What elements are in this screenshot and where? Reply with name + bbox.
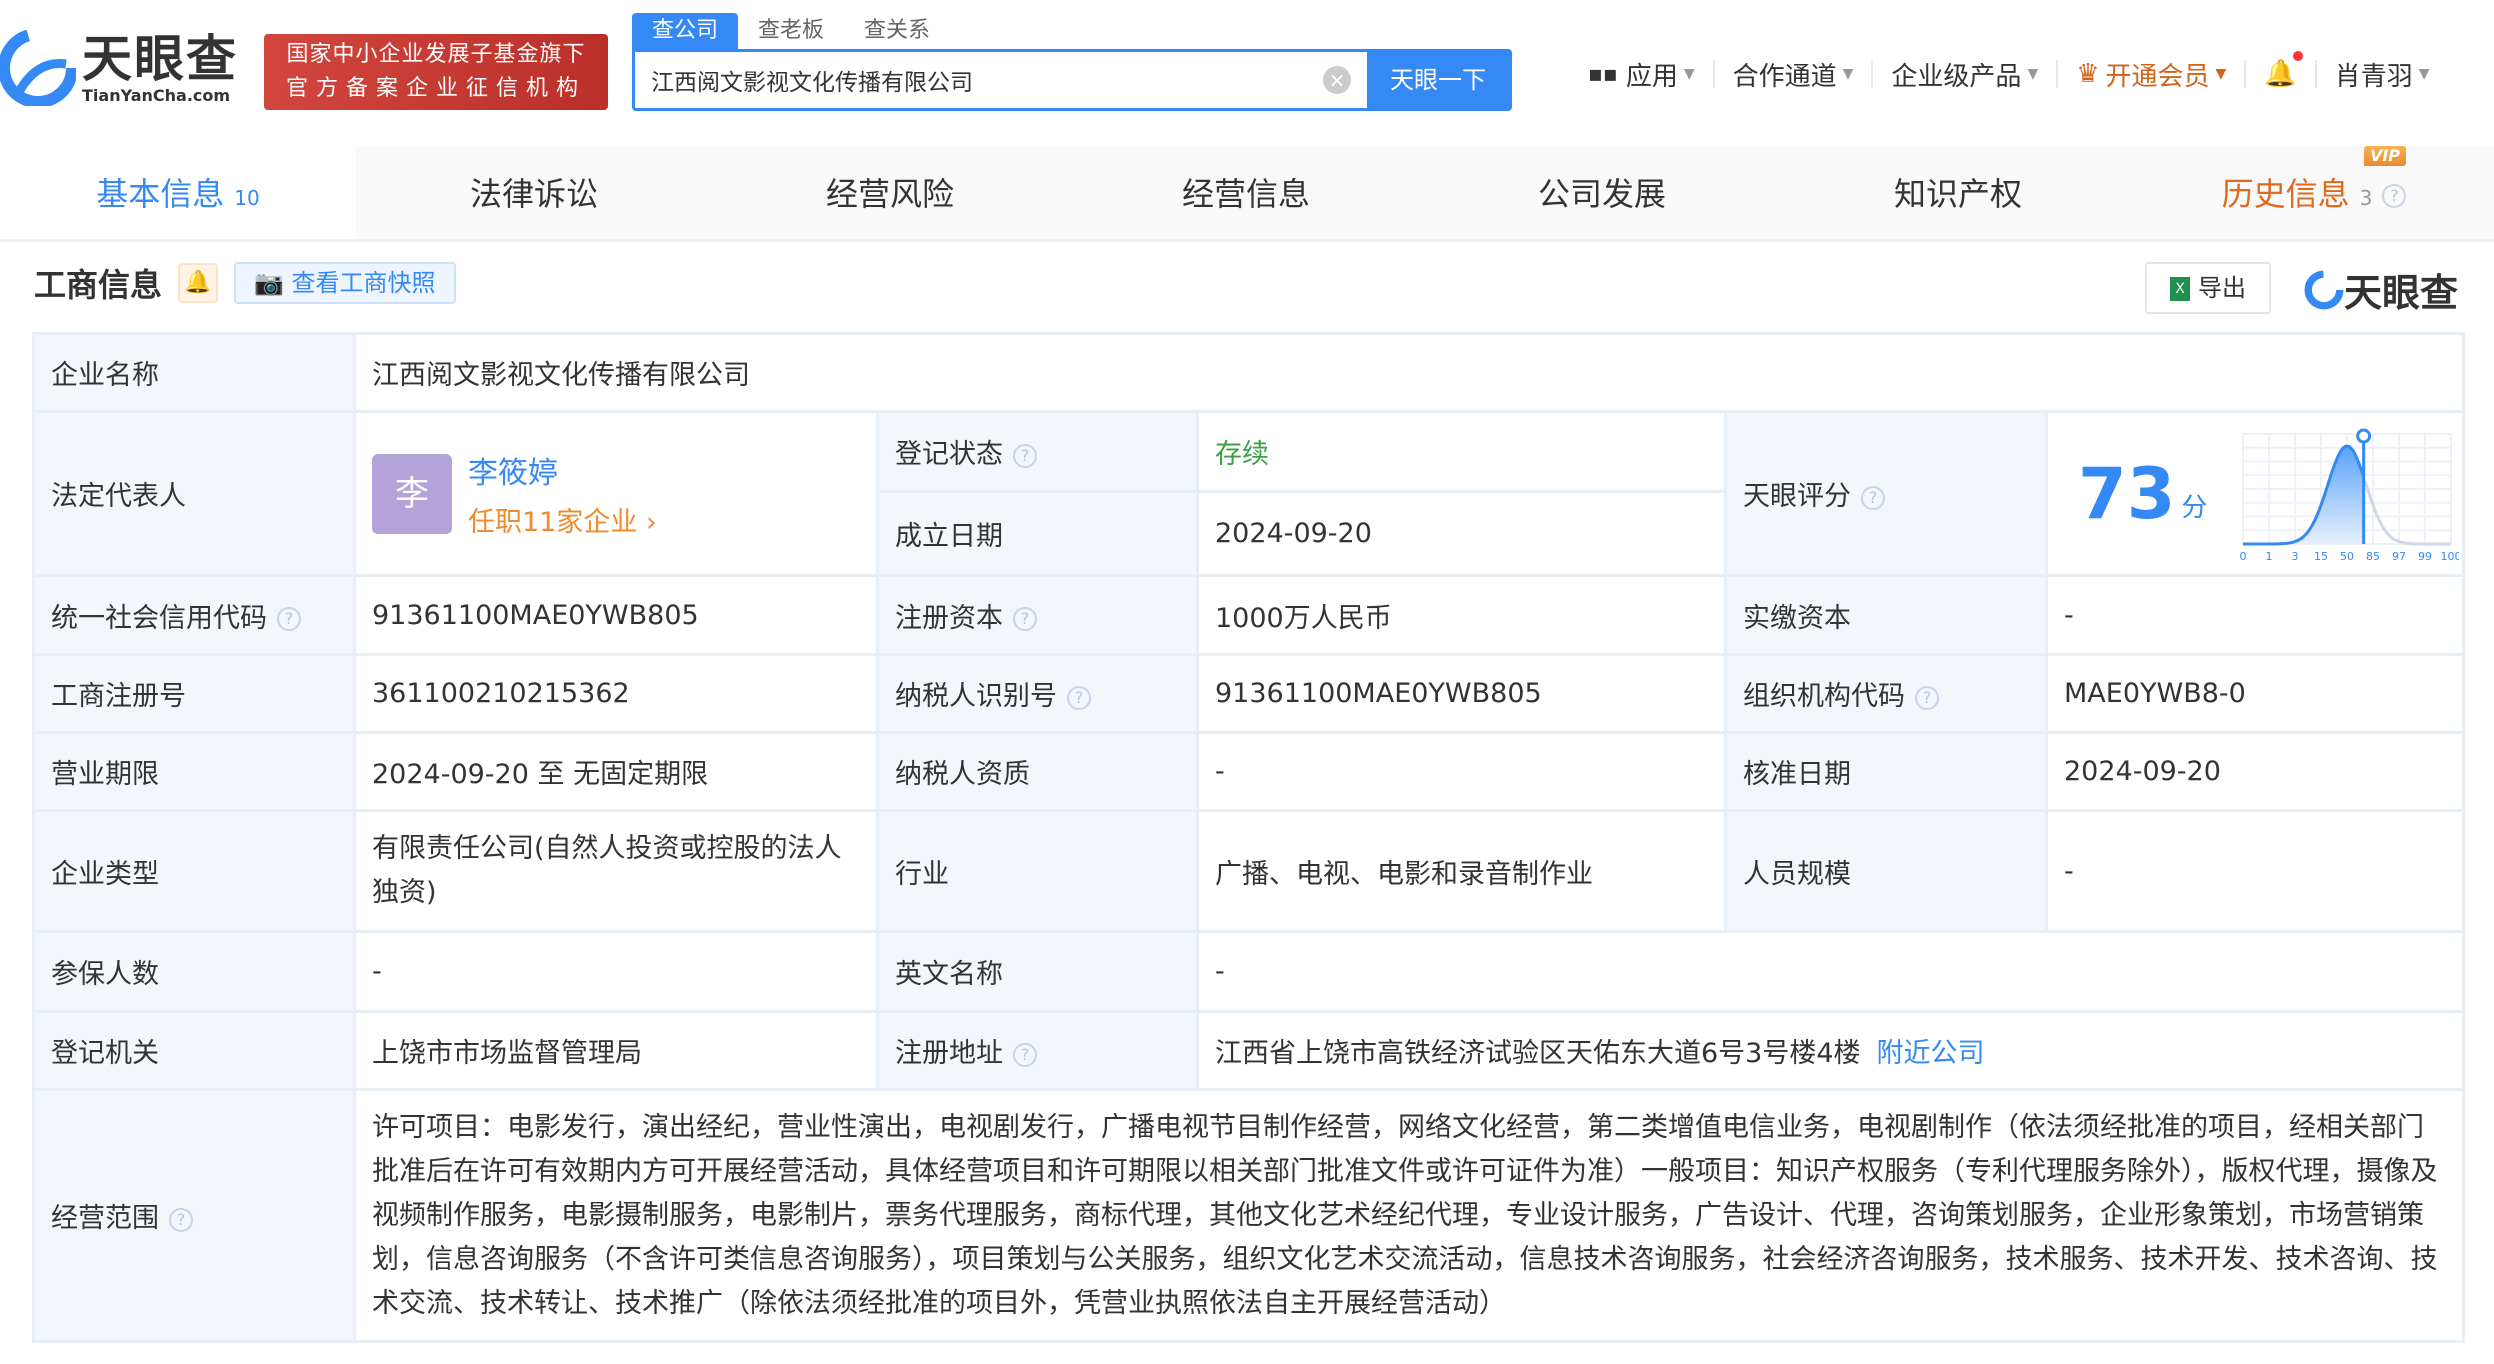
score-cell[interactable]: 73 分 0 1 3 15 50 85 97 99 100 <box>2044 410 2466 577</box>
user-menu[interactable]: 肖青羽 ▼ <box>2317 60 2448 92</box>
table-row: 参保人数 - 英文名称 - <box>32 930 2466 1013</box>
table-row: 企业类型 有限责任公司(自然人投资或控股的法人独资) 行业 广播、电视、电影和录音制作… <box>32 809 2466 933</box>
tab-operation[interactable]: 经营信息 <box>1068 146 1424 239</box>
nearby-companies-link[interactable]: 附近公司 <box>1877 1038 1985 1069</box>
x-tick-label: 1 <box>2266 550 2273 562</box>
x-tick-label: 0 <box>2240 550 2247 562</box>
x-tick-label: 3 <box>2292 550 2299 562</box>
tianyancha-logo-icon <box>2304 270 2344 309</box>
x-tick-label: 50 <box>2340 550 2354 562</box>
top-nav: ▪▪ 应用 ▼ 合作通道 ▼ 企业级产品 ▼ ♛ 开通会员 ▼ 🔔 肖青羽 ▼ <box>1570 51 2448 92</box>
search-type-tabs: 查公司 查老板 查关系 <box>632 13 950 49</box>
table-row: 企业名称 江西阅文影视文化传播有限公司 <box>32 332 2466 413</box>
table-row: 法定代表人 李李筱婷 任职11家企业 › 登记状态? 存续 天眼评分? 73 分 0… <box>32 410 2466 577</box>
x-tick-label: 85 <box>2366 550 2380 562</box>
table-row: 工商注册号 361100210215362 纳税人识别号? 91361100MAE0Y… <box>32 653 2466 734</box>
table-row: 登记机关 上饶市市场监督管理局 注册地址? 江西省上饶市高铁经济试验区天佑东大道6号3… <box>32 1010 2466 1091</box>
help-icon[interactable]: ? <box>169 1207 193 1232</box>
help-icon[interactable]: ? <box>1915 685 1939 710</box>
logo-domain: TianYanCha.com <box>82 85 231 105</box>
nav-apps[interactable]: ▪▪ 应用 ▼ <box>1570 60 1715 92</box>
vip-badge: VIP <box>2363 146 2406 166</box>
bell-icon: 🔔 <box>2264 51 2303 89</box>
business-info-table: 企业名称 江西阅文影视文化传播有限公司 法定代表人 李李筱婷 任职11家企业 › 登… <box>32 332 2466 1343</box>
x-tick-label: 15 <box>2314 550 2328 562</box>
export-button[interactable]: X 导出 <box>2145 262 2271 314</box>
legal-rep-link[interactable]: 李筱婷 <box>468 448 657 492</box>
caret-down-icon: ▼ <box>2215 66 2227 82</box>
help-icon[interactable]: ? <box>1861 485 1885 510</box>
score-distribution-chart: 0 1 3 15 50 85 97 99 100 <box>2240 428 2460 562</box>
watermark-logo: 天眼查 <box>2304 262 2458 317</box>
score-value: 73 <box>2078 452 2176 535</box>
nav-enterprise[interactable]: 企业级产品 ▼ <box>1873 60 2059 92</box>
table-row: 营业期限 2024-09-20 至 无固定期限 纳税人资质 - 核准日期 2024-09-… <box>32 731 2466 812</box>
search-tab-boss[interactable]: 查老板 <box>738 13 844 49</box>
avatar: 李 <box>372 453 452 534</box>
tab-history[interactable]: VIP 历史信息 3? <box>2136 146 2492 239</box>
clear-icon[interactable]: × <box>1323 66 1351 94</box>
apps-grid-icon: ▪▪ <box>1588 61 1618 87</box>
logo-text: 天眼查 <box>82 29 238 88</box>
caret-down-icon: ▼ <box>2418 66 2430 82</box>
x-tick-label: 100 <box>2441 550 2460 562</box>
tab-basic-info[interactable]: 基本信息 10 <box>0 146 356 239</box>
tab-ip[interactable]: 知识产权 <box>1780 146 2136 239</box>
address-value: 江西省上饶市高铁经济试验区天佑东大道6号3号楼4楼 <box>1215 1038 1861 1069</box>
notification-bell[interactable]: 🔔 <box>2246 51 2317 89</box>
business-scope: 许可项目：电影发行，演出经纪，营业性演出，电视剧发行，广播电视节目制作经营，网络… <box>352 1088 2466 1343</box>
site-logo[interactable]: 天眼查 TianYanCha.com <box>0 30 238 106</box>
x-tick-label: 97 <box>2392 550 2406 562</box>
score-marker-pin <box>2356 428 2372 443</box>
tab-legal[interactable]: 法律诉讼 <box>356 146 712 239</box>
section-header: 工商信息 🔔 📷 查看工商快照 <box>34 260 456 306</box>
tianyancha-logo-icon <box>0 30 76 106</box>
help-icon[interactable]: ? <box>1013 607 1037 631</box>
search-box: × 天眼一下 <box>632 49 1512 111</box>
help-icon[interactable]: ? <box>1013 1042 1037 1067</box>
caret-down-icon: ▼ <box>1683 66 1695 82</box>
legal-rep-jobs-link[interactable]: 任职11家企业 › <box>468 500 657 539</box>
crown-icon: ♛ <box>2076 59 2100 89</box>
snapshot-button[interactable]: 📷 查看工商快照 <box>234 262 456 304</box>
company-name: 江西阅文影视文化传播有限公司 <box>352 332 2466 413</box>
top-header: 天眼查 TianYanCha.com 国家中小企业发展子基金旗下 官方备案企业征信机… <box>0 0 2494 146</box>
fund-badge: 国家中小企业发展子基金旗下 官方备案企业征信机构 <box>264 34 608 110</box>
help-icon[interactable]: ? <box>277 607 301 631</box>
tab-development[interactable]: 公司发展 <box>1424 146 1780 239</box>
search-tab-company[interactable]: 查公司 <box>632 13 739 49</box>
caret-down-icon: ▼ <box>1842 66 1854 82</box>
x-tick-label: 99 <box>2418 550 2432 562</box>
table-row: 经营范围? 许可项目：电影发行，演出经纪，营业性演出，电视剧发行，广播电视节目制作… <box>32 1088 2466 1343</box>
search-button[interactable]: 天眼一下 <box>1367 52 1509 108</box>
main-tabs: 基本信息 10 法律诉讼 经营风险 经营信息 公司发展 知识产权 VIP 历史信息 3… <box>0 146 2494 242</box>
table-row: 统一社会信用代码? 91361100MAE0YWB805 注册资本? 1000万人民币… <box>32 574 2466 656</box>
tab-risk[interactable]: 经营风险 <box>712 146 1068 239</box>
monitor-bell-icon[interactable]: 🔔 <box>178 263 219 303</box>
caret-down-icon: ▼ <box>2027 66 2039 82</box>
help-icon[interactable]: ? <box>2382 184 2407 208</box>
nav-vip[interactable]: ♛ 开通会员 ▼ <box>2058 59 2247 92</box>
section-title: 工商信息 <box>34 266 163 304</box>
excel-icon: X <box>2170 277 2190 301</box>
status-value: 存续 <box>1196 410 1727 493</box>
nav-partner[interactable]: 合作通道 ▼ <box>1715 60 1874 92</box>
camera-icon: 📷 <box>254 269 292 297</box>
help-icon[interactable]: ? <box>1067 685 1091 710</box>
help-icon[interactable]: ? <box>1013 443 1037 468</box>
search-input[interactable] <box>635 52 1323 108</box>
search-tab-relation[interactable]: 查关系 <box>844 13 950 49</box>
